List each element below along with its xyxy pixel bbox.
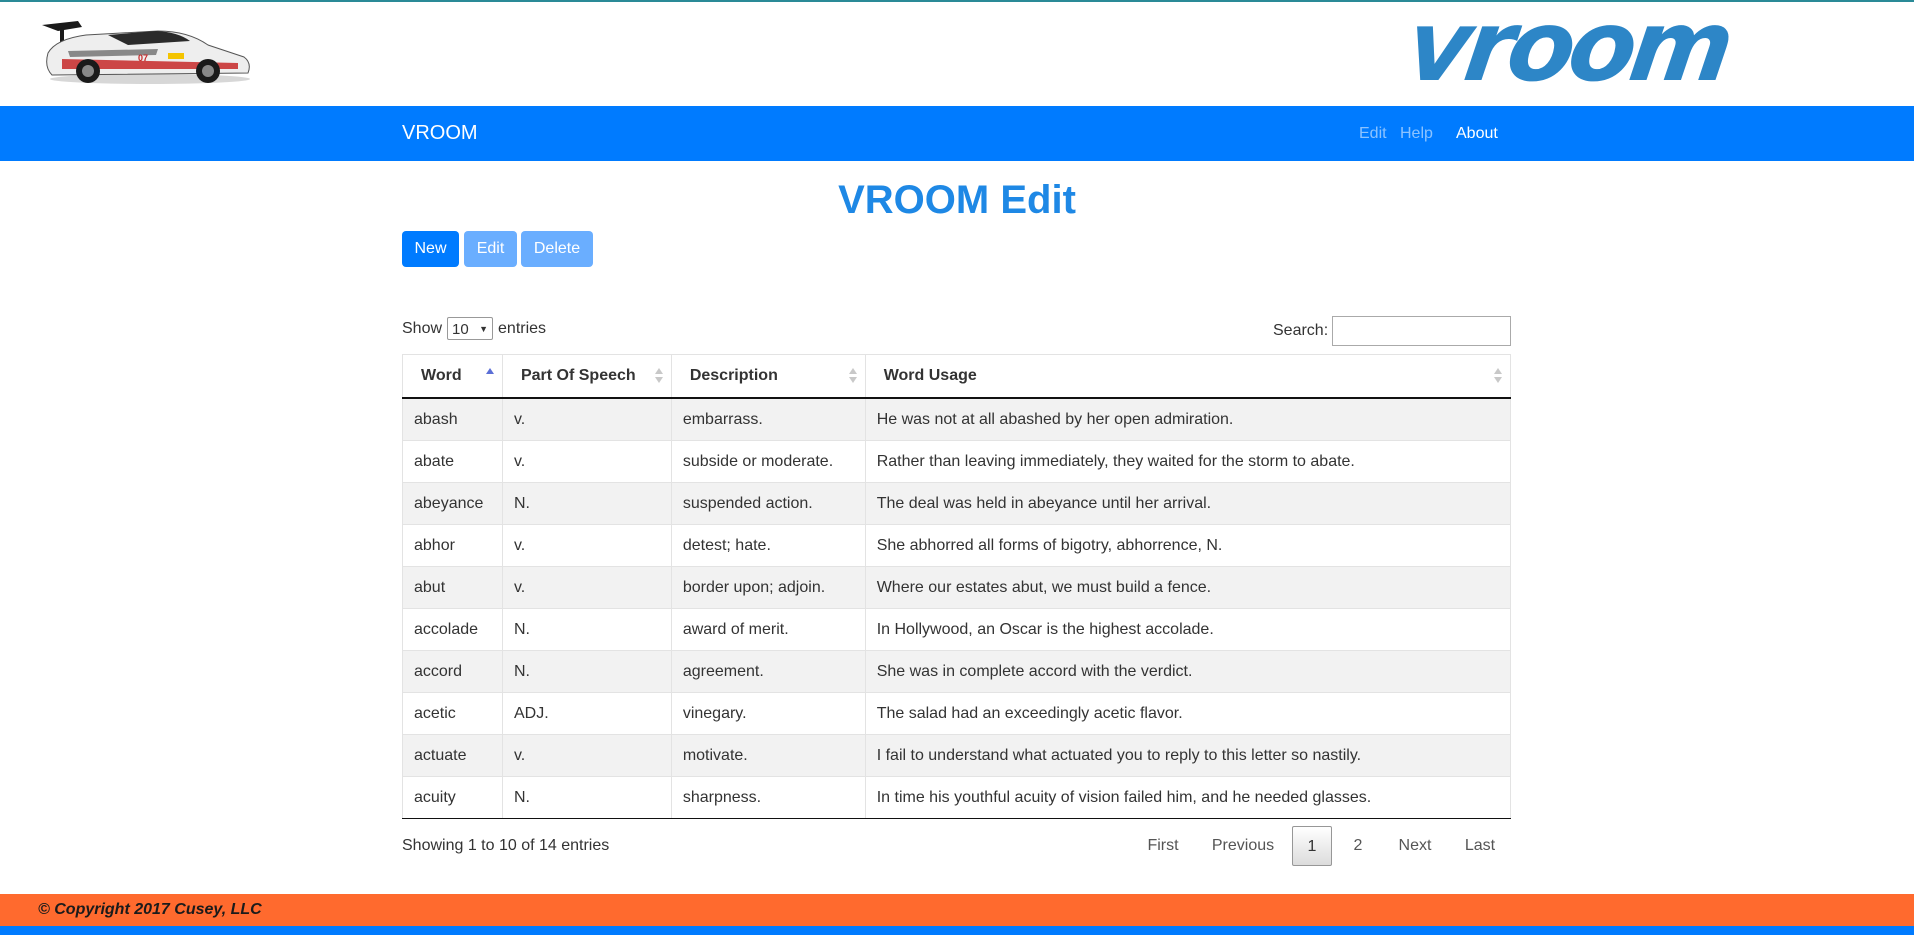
- cell-description: award of merit.: [671, 608, 866, 651]
- column-header-description[interactable]: Description: [671, 354, 866, 399]
- table-row[interactable]: acetic ADJ. vinegary. The salad had an exce…: [402, 692, 1512, 735]
- svg-text:07: 07: [138, 53, 148, 63]
- cell-word-usage: I fail to understand what actuated you t…: [865, 734, 1512, 777]
- cell-word-usage: Rather than leaving immediately, they wa…: [865, 440, 1512, 483]
- column-header-part-of-speech[interactable]: Part Of Speech: [502, 354, 672, 399]
- table-header-row: Word Part Of Speech Description Word Usa…: [402, 354, 1512, 399]
- site-footer: © Copyright 2017 Cusey, LLC: [0, 894, 1914, 926]
- cell-word-usage: She abhorred all forms of bigotry, abhor…: [865, 524, 1512, 567]
- sort-ascending-icon: [485, 368, 494, 384]
- show-label: Show: [402, 319, 443, 337]
- cell-word-usage: In time his youthful acuity of vision fa…: [865, 776, 1512, 819]
- pagination-last[interactable]: Last: [1456, 826, 1504, 866]
- cell-description: subside or moderate.: [671, 440, 866, 483]
- cell-part-of-speech: v.: [502, 566, 672, 609]
- page-length-select[interactable]: 10 ▼: [447, 317, 494, 340]
- cell-part-of-speech: v.: [502, 440, 672, 483]
- cell-word-usage: Where our estates abut, we must build a …: [865, 566, 1512, 609]
- cell-word: abeyance: [402, 482, 503, 525]
- vroom-logo: vroom: [1399, 0, 1735, 104]
- cell-description: agreement.: [671, 650, 866, 693]
- cell-word-usage: The salad had an exceedingly acetic flav…: [865, 692, 1512, 735]
- cell-word-usage: The deal was held in abeyance until her …: [865, 482, 1512, 525]
- pagination-first[interactable]: First: [1140, 826, 1186, 866]
- top-navbar: VROOM Edit Help About: [0, 106, 1914, 161]
- cell-word: acetic: [402, 692, 503, 735]
- cell-part-of-speech: N.: [502, 650, 672, 693]
- sort-both-icon: [1494, 368, 1502, 384]
- copyright-text: © Copyright 2017 Cusey, LLC: [38, 901, 262, 918]
- cell-word: acuity: [402, 776, 503, 819]
- table-info: Showing 1 to 10 of 14 entries: [402, 837, 610, 854]
- table-row[interactable]: abash v. embarrass. He was not at all abash…: [402, 398, 1512, 441]
- cell-word: abate: [402, 440, 503, 483]
- cell-part-of-speech: N.: [502, 482, 672, 525]
- sort-both-icon: [654, 368, 663, 384]
- nav-link-about[interactable]: About: [1456, 106, 1498, 161]
- pagination-previous[interactable]: Previous: [1203, 826, 1283, 866]
- cell-part-of-speech: N.: [502, 776, 672, 819]
- cell-part-of-speech: N.: [502, 608, 672, 651]
- cell-description: motivate.: [671, 734, 866, 777]
- navbar-brand[interactable]: VROOM: [402, 106, 478, 161]
- search-label: Search:: [1273, 322, 1329, 339]
- table-row[interactable]: abate v. subside or moderate. Rather than l…: [402, 440, 1512, 483]
- cell-word: abash: [402, 398, 503, 441]
- column-header-word-usage[interactable]: Word Usage: [865, 354, 1512, 399]
- cell-word: abut: [402, 566, 503, 609]
- cell-word: accolade: [402, 608, 503, 651]
- cell-description: detest; hate.: [671, 524, 866, 567]
- nav-link-edit[interactable]: Edit: [1359, 106, 1387, 161]
- table-row[interactable]: accolade N. award of merit. In Hollywood, a…: [402, 608, 1512, 651]
- race-car-image: 07: [42, 21, 250, 84]
- search-input[interactable]: [1332, 316, 1511, 346]
- pagination-next[interactable]: Next: [1389, 826, 1441, 866]
- table-row[interactable]: acuity N. sharpness. In time his youthful a…: [402, 776, 1512, 819]
- cell-description: border upon; adjoin.: [671, 566, 866, 609]
- table-row[interactable]: abhor v. detest; hate. She abhorred all for…: [402, 524, 1512, 567]
- delete-button[interactable]: Delete: [521, 231, 593, 267]
- dropdown-caret-icon: ▼: [479, 324, 489, 334]
- cell-word-usage: She was in complete accord with the verd…: [865, 650, 1512, 693]
- cell-description: embarrass.: [671, 398, 866, 441]
- table-row[interactable]: abut v. border upon; adjoin. Where our esta…: [402, 566, 1512, 609]
- pagination-page-1[interactable]: 1: [1292, 826, 1332, 866]
- cell-word: actuate: [402, 734, 503, 777]
- nav-link-help[interactable]: Help: [1400, 106, 1433, 161]
- column-header-word[interactable]: Word: [402, 354, 503, 399]
- table-row[interactable]: accord N. agreement. She was in complete ac…: [402, 650, 1512, 693]
- new-button[interactable]: New: [402, 231, 459, 267]
- entries-label: entries: [498, 319, 547, 337]
- table-row[interactable]: actuate v. motivate. I fail to understand w…: [402, 734, 1512, 777]
- cell-part-of-speech: v.: [502, 524, 672, 567]
- cell-description: vinegary.: [671, 692, 866, 735]
- edit-button[interactable]: Edit: [464, 231, 517, 267]
- cell-description: sharpness.: [671, 776, 866, 819]
- page-length-control: Show 10 ▼ entries: [402, 317, 546, 340]
- cell-word-usage: In Hollywood, an Oscar is the highest ac…: [865, 608, 1512, 651]
- words-table: Word Part Of Speech Description Word Usa…: [402, 354, 1512, 819]
- pagination-page-2[interactable]: 2: [1339, 826, 1377, 866]
- cell-word: accord: [402, 650, 503, 693]
- page-title: VROOM Edit: [838, 178, 1076, 222]
- sort-both-icon: [848, 368, 857, 384]
- cell-part-of-speech: v.: [502, 398, 672, 441]
- cell-part-of-speech: ADJ.: [502, 692, 672, 735]
- page-length-value: 10: [452, 321, 469, 338]
- table-row[interactable]: abeyance N. suspended action. The deal was …: [402, 482, 1512, 525]
- footer-accent-bar: [0, 926, 1914, 935]
- cell-description: suspended action.: [671, 482, 866, 525]
- cell-word: abhor: [402, 524, 503, 567]
- cell-part-of-speech: v.: [502, 734, 672, 777]
- cell-word-usage: He was not at all abashed by her open ad…: [865, 398, 1512, 441]
